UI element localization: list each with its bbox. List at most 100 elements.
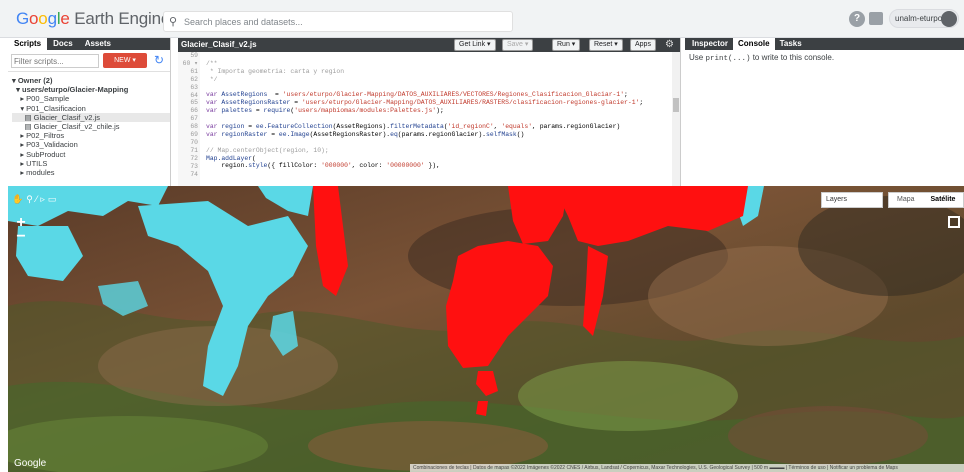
- script-title[interactable]: Glacier_Clasif_v2.js: [181, 40, 257, 49]
- code-line: var AssetRegionsRaster = 'users/eturpo/G…: [206, 99, 644, 107]
- zoom-controls: + −: [12, 215, 30, 245]
- help-icon[interactable]: ?: [849, 11, 865, 27]
- code-line: var regionRaster = ee.Image(AssetRegions…: [206, 130, 525, 138]
- drawing-tools: ✋ ⚲ ⁄ ▹ ▭: [12, 194, 56, 206]
- script-tree: ▾ Owner (2) ▾ users/eturpo/Glacier-Mappi…: [8, 72, 170, 177]
- line-number: 61: [190, 67, 198, 75]
- pan-hand-icon[interactable]: ✋: [12, 194, 23, 206]
- tree-item-folder[interactable]: ▸ P03_Validacion: [12, 140, 170, 149]
- line-number: 63: [190, 83, 198, 91]
- line-number: 59: [190, 52, 198, 59]
- save-button[interactable]: Save ▾: [502, 39, 534, 51]
- earth-engine-logo[interactable]: Google Earth Engine: [16, 9, 170, 29]
- scripts-panel: Scripts Docs Assets NEW ▾ ↻ ▾ Owner (2) …: [8, 38, 171, 186]
- map-type-satellite[interactable]: Satélite: [923, 193, 964, 207]
- tree-item-script[interactable]: ▤ Glacier_Clasif_v2_chile.js: [12, 122, 170, 131]
- map-type-toggle: Mapa Satélite: [888, 192, 964, 208]
- gear-icon[interactable]: ⚙: [665, 39, 677, 51]
- account-button[interactable]: unalm-eturpo: [889, 9, 959, 28]
- line-number: 62: [190, 75, 198, 83]
- layers-dropdown[interactable]: Layers: [821, 192, 883, 208]
- fullscreen-icon[interactable]: [948, 216, 960, 228]
- code-line: // Map.centerObject(region, 10);: [206, 146, 329, 154]
- search-icon: ⚲: [169, 16, 178, 28]
- code-line: Map.addLayer(: [206, 154, 256, 162]
- tab-assets[interactable]: Assets: [79, 38, 117, 50]
- reset-button[interactable]: Reset ▾: [589, 39, 623, 51]
- tree-item-folder[interactable]: ▸ P00_Sample: [12, 94, 170, 103]
- line-number: 70: [190, 138, 198, 146]
- logo-letter: G: [16, 9, 30, 28]
- logo-letter: e: [60, 9, 70, 28]
- search-input[interactable]: [184, 14, 504, 29]
- polygon-draw-icon[interactable]: ▹: [40, 194, 45, 206]
- point-marker-icon[interactable]: ⚲: [26, 194, 33, 206]
- line-draw-icon[interactable]: ⁄: [36, 194, 38, 206]
- tree-item-folder[interactable]: ▸ SubProduct: [12, 150, 170, 159]
- code-line: var AssetRegions = 'users/eturpo/Glacier…: [206, 91, 628, 99]
- search-box[interactable]: ⚲: [163, 11, 513, 32]
- line-number: 71: [190, 146, 198, 154]
- console-text: Use: [689, 53, 706, 62]
- tree-item-script-selected[interactable]: ▤ Glacier_Clasif_v2.js: [12, 112, 170, 123]
- map-view[interactable]: ✋ ⚲ ⁄ ▹ ▭ + − Layers Mapa Satélite Googl…: [8, 186, 964, 472]
- line-number: 72: [190, 154, 198, 162]
- scroll-thumb[interactable]: [673, 98, 679, 112]
- feedback-icon[interactable]: [869, 12, 883, 25]
- line-number: 67: [190, 115, 198, 123]
- avatar: [941, 11, 957, 27]
- line-number: 65: [190, 99, 198, 107]
- google-watermark: Google: [14, 458, 47, 469]
- rectangle-draw-icon[interactable]: ▭: [48, 194, 57, 206]
- line-number: 64: [190, 91, 198, 99]
- code-line: var palettes = require('users/mapbiomas/…: [206, 107, 444, 115]
- line-number: 68: [190, 123, 198, 131]
- console-message: Use print(...) to write to this console.: [685, 50, 964, 66]
- satellite-imagery: [8, 186, 964, 472]
- top-bar: Google Earth Engine ⚲ ? unalm-eturpo: [0, 0, 964, 38]
- apps-button[interactable]: Apps: [630, 39, 656, 51]
- console-code: print(...): [705, 55, 751, 63]
- tree-item-folder[interactable]: ▸ UTILS: [12, 159, 170, 168]
- code-line: /**: [206, 59, 218, 67]
- run-button[interactable]: Run ▾: [552, 39, 581, 51]
- tree-item-repo[interactable]: ▾ users/eturpo/Glacier-Mapping: [12, 85, 170, 94]
- map-type-map[interactable]: Mapa: [889, 193, 923, 207]
- tree-item-owner[interactable]: ▾ Owner (2): [12, 76, 170, 85]
- get-link-button[interactable]: Get Link ▾: [454, 39, 496, 51]
- output-panel: Inspector Console Tasks Use print(...) t…: [685, 38, 964, 186]
- tab-console[interactable]: Console: [733, 38, 775, 50]
- editor-scrollbar[interactable]: [672, 52, 680, 186]
- zoom-out-button[interactable]: −: [12, 229, 30, 245]
- line-number: 74: [190, 170, 198, 178]
- right-tabs: Inspector Console Tasks: [685, 38, 964, 50]
- tree-item-folder[interactable]: ▾ P01_Clasificacion: [12, 104, 170, 113]
- filter-scripts-input[interactable]: [11, 54, 99, 68]
- logo-letter: o: [29, 9, 39, 28]
- code-lines: /** * Importa geometria: carta y region …: [206, 52, 643, 178]
- logo-text: Earth Engine: [69, 9, 171, 28]
- tab-scripts[interactable]: Scripts: [8, 38, 48, 50]
- console-text: to write to this console.: [750, 53, 835, 62]
- tab-inspector[interactable]: Inspector: [687, 38, 733, 50]
- map-attribution[interactable]: Combinaciones de teclas | Datos de mapas…: [410, 464, 964, 472]
- tree-item-folder[interactable]: ▸ P02_Filtros: [12, 131, 170, 140]
- line-numbers: 59 60 ▾ 61 62 63 64 65 66 67 68 69 70 71…: [178, 52, 200, 186]
- code-line: region.style({ fillColor: '000000', colo…: [206, 162, 440, 170]
- code-line: * Importa geometria: carta y region: [206, 67, 345, 75]
- editor-toolbar: Glacier_Clasif_v2.js Get Link ▾ Save ▾ R…: [178, 38, 680, 52]
- tree-item-folder[interactable]: ▸ modules: [12, 168, 170, 177]
- line-number: 60 ▾: [182, 59, 198, 67]
- logo-letter: g: [47, 9, 57, 28]
- tab-docs[interactable]: Docs: [47, 38, 79, 50]
- tab-tasks[interactable]: Tasks: [775, 38, 807, 50]
- new-button[interactable]: NEW ▾: [103, 53, 147, 68]
- left-tabs: Scripts Docs Assets: [8, 38, 170, 50]
- line-number: 66: [190, 107, 198, 115]
- line-number: 73: [190, 162, 198, 170]
- refresh-icon[interactable]: ↻: [152, 53, 166, 67]
